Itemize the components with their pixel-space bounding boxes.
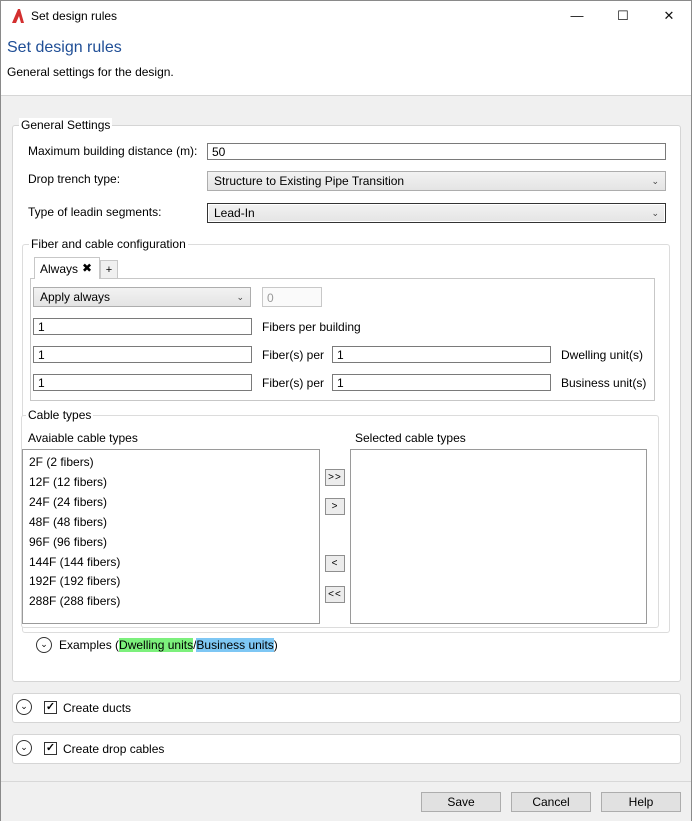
create-drop-cables-section: ⌄ ✓ Create drop cables — [12, 734, 681, 764]
tab-always[interactable]: Always ✖ — [34, 257, 100, 279]
dialog-footer: Save Cancel Help — [1, 781, 691, 821]
dialog-content: General Settings Maximum building distan… — [1, 95, 691, 782]
create-drop-cables-checkbox[interactable]: ✓ — [44, 742, 57, 755]
add-all-button[interactable]: >> — [325, 469, 345, 486]
dwelling-units-input[interactable]: 1 — [332, 346, 551, 363]
apply-condition-select[interactable]: Apply always ⌄ — [33, 287, 251, 307]
maximize-button[interactable]: ☐ — [600, 1, 646, 31]
dwelling-units-label: Dwelling unit(s) — [561, 348, 644, 362]
create-ducts-checkbox[interactable]: ✓ — [44, 701, 57, 714]
remove-all-button[interactable]: << — [325, 586, 345, 603]
business-units-label: Business unit(s) — [561, 376, 647, 390]
title-bar: Set design rules — ☐ ✕ — [1, 1, 691, 31]
drop-cables-expand-icon[interactable]: ⌄ — [16, 740, 32, 756]
cable-types-group: Cable types Avaiable cable types Selecte… — [21, 408, 659, 628]
examples-expand-icon[interactable]: ⌄ — [36, 637, 52, 653]
chevron-down-icon: ⌄ — [651, 176, 659, 186]
close-button[interactable]: ✕ — [646, 1, 692, 31]
list-item[interactable]: 2F (2 fibers) — [29, 455, 94, 469]
leadin-value: Lead-In — [214, 206, 255, 220]
max-distance-input[interactable]: 50 — [207, 143, 666, 160]
dwelling-per-label: Fiber(s) per — [262, 348, 325, 362]
cancel-button[interactable]: Cancel — [511, 792, 591, 812]
add-button[interactable]: > — [325, 498, 345, 515]
create-ducts-section: ⌄ ✓ Create ducts — [12, 693, 681, 723]
business-units-input[interactable]: 1 — [332, 374, 551, 391]
drop-trench-value: Structure to Existing Pipe Transition — [214, 174, 405, 188]
selected-cable-list[interactable] — [350, 449, 647, 624]
leadin-select[interactable]: Lead-In ⌄ — [207, 203, 666, 223]
list-item[interactable]: 96F (96 fibers) — [29, 535, 107, 549]
examples-suffix: ) — [273, 638, 278, 652]
dialog-window: Set design rules — ☐ ✕ Set design rules … — [0, 0, 692, 821]
tab-panel: Apply always ⌄ 0 1 Fibers per building 1… — [30, 278, 655, 401]
leadin-label: Type of leadin segments: — [28, 205, 162, 219]
add-tab-button[interactable]: + — [100, 260, 118, 279]
available-cable-list[interactable]: 2F (2 fibers) 12F (12 fibers) 24F (24 fi… — [22, 449, 320, 624]
list-item[interactable]: 144F (144 fibers) — [29, 555, 120, 569]
examples-dwelling-units: Dwelling units — [119, 638, 194, 652]
autocad-app-icon — [12, 9, 24, 23]
fiber-config-legend: Fiber and cable configuration — [29, 237, 188, 251]
available-cable-types-label: Avaiable cable types — [28, 431, 138, 445]
list-item[interactable]: 48F (48 fibers) — [29, 515, 107, 529]
apply-condition-value: Apply always — [40, 290, 111, 304]
list-item[interactable]: 12F (12 fibers) — [29, 475, 107, 489]
list-item[interactable]: 288F (288 fibers) — [29, 594, 120, 608]
fiber-config-group: Fiber and cable configuration Always ✖ +… — [21, 237, 670, 633]
page-title: Set design rules — [7, 39, 122, 56]
tab-always-label: Always — [40, 262, 79, 276]
selected-cable-types-label: Selected cable types — [355, 431, 466, 445]
ducts-expand-icon[interactable]: ⌄ — [16, 699, 32, 715]
drop-trench-label: Drop trench type: — [28, 172, 121, 186]
list-item[interactable]: 24F (24 fibers) — [29, 495, 107, 509]
list-item[interactable]: 192F (192 fibers) — [29, 574, 120, 588]
page-subtitle: General settings for the design. — [7, 65, 174, 79]
create-drop-cables-label: Create drop cables — [63, 742, 165, 756]
window-title: Set design rules — [31, 9, 118, 23]
close-tab-icon[interactable]: ✖ — [82, 261, 92, 275]
business-per-label: Fiber(s) per — [262, 376, 325, 390]
apply-number-input[interactable]: 0 — [262, 287, 322, 307]
examples-business-units: Business units — [196, 638, 274, 652]
create-ducts-label: Create ducts — [63, 701, 132, 715]
cable-types-legend: Cable types — [26, 408, 94, 422]
chevron-down-icon: ⌄ — [236, 292, 244, 302]
dwelling-fibers-input[interactable]: 1 — [33, 346, 252, 363]
examples-prefix: Examples ( — [59, 638, 120, 652]
chevron-down-icon: ⌄ — [651, 208, 659, 218]
minimize-button[interactable]: — — [554, 1, 600, 31]
business-fibers-input[interactable]: 1 — [33, 374, 252, 391]
help-button[interactable]: Help — [601, 792, 681, 812]
fibers-per-building-input[interactable]: 1 — [33, 318, 252, 335]
general-settings-legend: General Settings — [19, 118, 113, 132]
general-settings-group: General Settings Maximum building distan… — [12, 118, 681, 682]
fibers-per-building-label: Fibers per building — [262, 320, 361, 334]
max-distance-label: Maximum building distance (m): — [28, 144, 198, 158]
drop-trench-select[interactable]: Structure to Existing Pipe Transition ⌄ — [207, 171, 666, 191]
examples-label[interactable]: Examples (Dwelling units/Business units) — [59, 638, 278, 652]
save-button[interactable]: Save — [421, 792, 501, 812]
remove-button[interactable]: < — [325, 555, 345, 572]
